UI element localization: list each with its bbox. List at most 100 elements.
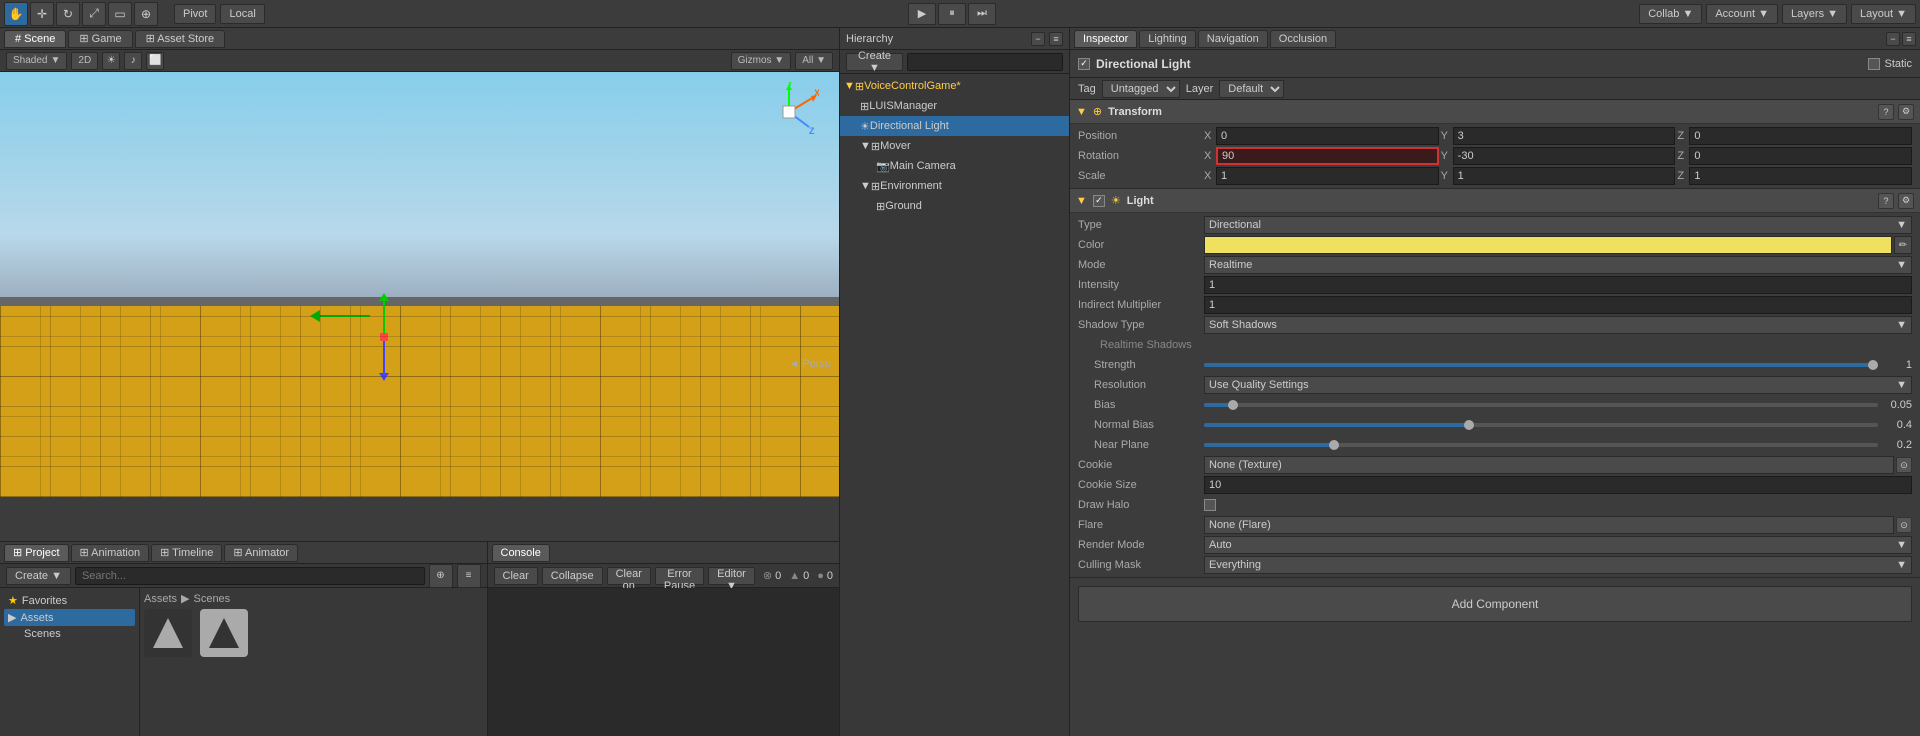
color-swatch[interactable] bbox=[1204, 236, 1892, 254]
scenes-sidebar-item[interactable]: Scenes bbox=[4, 626, 135, 642]
project-tool1-icon[interactable]: ⊕ bbox=[429, 564, 453, 588]
render-mode-dropdown[interactable]: Auto ▼ bbox=[1204, 536, 1912, 554]
intensity-input[interactable] bbox=[1204, 276, 1912, 294]
culling-mask-dropdown[interactable]: Everything ▼ bbox=[1204, 556, 1912, 574]
cookie-size-input[interactable] bbox=[1204, 476, 1912, 494]
strength-thumb[interactable] bbox=[1868, 360, 1878, 370]
light-enabled-checkbox[interactable] bbox=[1093, 195, 1105, 207]
console-tab[interactable]: Console bbox=[492, 544, 550, 562]
hierarchy-mover[interactable]: ▼ ⊞ Mover bbox=[840, 136, 1069, 156]
hierarchy-luis-manager[interactable]: ⊞ LUISManager bbox=[840, 96, 1069, 116]
error-pause-button[interactable]: Error Pause bbox=[655, 567, 704, 585]
hierarchy-lock-icon[interactable]: − bbox=[1031, 32, 1045, 46]
layer-dropdown[interactable]: Default bbox=[1219, 80, 1284, 98]
draw-halo-checkbox[interactable] bbox=[1204, 499, 1216, 511]
hierarchy-create-button[interactable]: Create ▼ bbox=[846, 53, 903, 71]
audio-icon[interactable]: ♪ bbox=[124, 52, 142, 70]
project-tool2-icon[interactable]: ≡ bbox=[457, 564, 481, 588]
position-x-input[interactable] bbox=[1216, 127, 1439, 145]
hierarchy-voice-control-game[interactable]: ▼ ⊞ VoiceControlGame* bbox=[840, 76, 1069, 96]
mode-dropdown[interactable]: Realtime ▼ bbox=[1204, 256, 1912, 274]
pivot-button[interactable]: Pivot bbox=[174, 4, 216, 24]
cookie-select-icon[interactable]: ⊙ bbox=[1896, 457, 1912, 473]
hierarchy-directional-light[interactable]: ☀ Directional Light bbox=[840, 116, 1069, 136]
scale-y-input[interactable] bbox=[1453, 167, 1676, 185]
navigation-tab[interactable]: Navigation bbox=[1198, 30, 1268, 48]
near-plane-thumb[interactable] bbox=[1329, 440, 1339, 450]
light-header[interactable]: ▼ ☀ Light ? ⚙ bbox=[1070, 189, 1920, 213]
light-icon[interactable]: ☀ bbox=[102, 52, 120, 70]
scale-z-input[interactable] bbox=[1689, 167, 1912, 185]
hand-tool[interactable]: ✋ bbox=[4, 2, 28, 26]
play-button[interactable]: ▶ bbox=[908, 3, 936, 25]
inspector-lock-icon[interactable]: − bbox=[1886, 32, 1900, 46]
hierarchy-main-camera[interactable]: 📷 Main Camera bbox=[840, 156, 1069, 176]
favorites-item[interactable]: ★ Favorites bbox=[4, 592, 135, 609]
asset-store-tab[interactable]: ⊞ Asset Store bbox=[135, 30, 226, 48]
normal-bias-slider[interactable] bbox=[1204, 423, 1878, 427]
twod-button[interactable]: 2D bbox=[71, 52, 98, 70]
pause-button[interactable]: ⏸ bbox=[938, 3, 966, 25]
collab-button[interactable]: Collab ▼ bbox=[1639, 4, 1702, 24]
hierarchy-ground[interactable]: ⊞ Ground bbox=[840, 196, 1069, 216]
bias-thumb[interactable] bbox=[1228, 400, 1238, 410]
near-plane-slider[interactable] bbox=[1204, 443, 1878, 447]
rotate-tool[interactable]: ↻ bbox=[56, 2, 80, 26]
shaded-button[interactable]: Shaded ▼ bbox=[6, 52, 67, 70]
position-z-input[interactable] bbox=[1689, 127, 1912, 145]
project-tab[interactable]: ⊞ Project bbox=[4, 544, 69, 562]
rotation-y-input[interactable] bbox=[1453, 147, 1676, 165]
assets-item[interactable]: ▶ Assets bbox=[4, 609, 135, 626]
bias-slider[interactable] bbox=[1204, 403, 1878, 407]
scene-container[interactable]: ◄ Persp X Y bbox=[0, 72, 839, 541]
animation-tab[interactable]: ⊞ Animation bbox=[71, 544, 150, 562]
occlusion-tab[interactable]: Occlusion bbox=[1270, 30, 1336, 48]
all-button[interactable]: All ▼ bbox=[795, 52, 833, 70]
object-active-checkbox[interactable] bbox=[1078, 58, 1090, 70]
color-edit-icon[interactable]: ✏ bbox=[1894, 236, 1912, 254]
position-y-input[interactable] bbox=[1453, 127, 1676, 145]
rect-tool[interactable]: ▭ bbox=[108, 2, 132, 26]
cookie-dropdown[interactable]: None (Texture) bbox=[1204, 456, 1894, 474]
type-dropdown[interactable]: Directional ▼ bbox=[1204, 216, 1912, 234]
timeline-tab[interactable]: ⊞ Timeline bbox=[151, 544, 222, 562]
add-component-button[interactable]: Add Component bbox=[1078, 586, 1912, 622]
inspector-tab[interactable]: Inspector bbox=[1074, 30, 1137, 48]
editor-button[interactable]: Editor ▼ bbox=[708, 567, 755, 585]
step-button[interactable]: ⏭ bbox=[968, 3, 996, 25]
transform-help-icon[interactable]: ? bbox=[1878, 104, 1894, 120]
effects-icon[interactable]: ⬜ bbox=[146, 52, 164, 70]
transform-settings-icon[interactable]: ⚙ bbox=[1898, 104, 1914, 120]
shadow-type-dropdown[interactable]: Soft Shadows ▼ bbox=[1204, 316, 1912, 334]
transform-header[interactable]: ▼ ⊕ Transform ? ⚙ bbox=[1070, 100, 1920, 124]
clear-button[interactable]: Clear bbox=[494, 567, 538, 585]
asset-item-2[interactable] bbox=[200, 609, 248, 657]
strength-slider[interactable] bbox=[1204, 363, 1878, 367]
lighting-tab[interactable]: Lighting bbox=[1139, 30, 1196, 48]
layers-button[interactable]: Layers ▼ bbox=[1782, 4, 1847, 24]
light-help-icon[interactable]: ? bbox=[1878, 193, 1894, 209]
rotation-x-input[interactable] bbox=[1216, 147, 1439, 165]
static-checkbox[interactable] bbox=[1868, 58, 1880, 70]
asset-item-1[interactable] bbox=[144, 609, 192, 657]
clear-on-play-button[interactable]: Clear on Play bbox=[607, 567, 651, 585]
resolution-dropdown[interactable]: Use Quality Settings ▼ bbox=[1204, 376, 1912, 394]
project-create-button[interactable]: Create ▼ bbox=[6, 567, 71, 585]
hierarchy-menu-icon[interactable]: ≡ bbox=[1049, 32, 1063, 46]
scale-tool[interactable]: ⤢ bbox=[82, 2, 106, 26]
hierarchy-search-input[interactable] bbox=[907, 53, 1063, 71]
animator-tab[interactable]: ⊞ Animator bbox=[224, 544, 298, 562]
normal-bias-thumb[interactable] bbox=[1464, 420, 1474, 430]
flare-select-icon[interactable]: ⊙ bbox=[1896, 517, 1912, 533]
collapse-button[interactable]: Collapse bbox=[542, 567, 603, 585]
game-tab[interactable]: ⊞ Game bbox=[68, 30, 132, 48]
project-search-input[interactable] bbox=[75, 567, 425, 585]
gizmos-button[interactable]: Gizmos ▼ bbox=[731, 52, 792, 70]
move-tool[interactable]: ✛ bbox=[30, 2, 54, 26]
account-button[interactable]: Account ▼ bbox=[1706, 4, 1778, 24]
hierarchy-environment[interactable]: ▼ ⊞ Environment bbox=[840, 176, 1069, 196]
rotation-z-input[interactable] bbox=[1689, 147, 1912, 165]
inspector-menu-icon[interactable]: ≡ bbox=[1902, 32, 1916, 46]
layout-button[interactable]: Layout ▼ bbox=[1851, 4, 1916, 24]
tag-dropdown[interactable]: Untagged bbox=[1102, 80, 1180, 98]
